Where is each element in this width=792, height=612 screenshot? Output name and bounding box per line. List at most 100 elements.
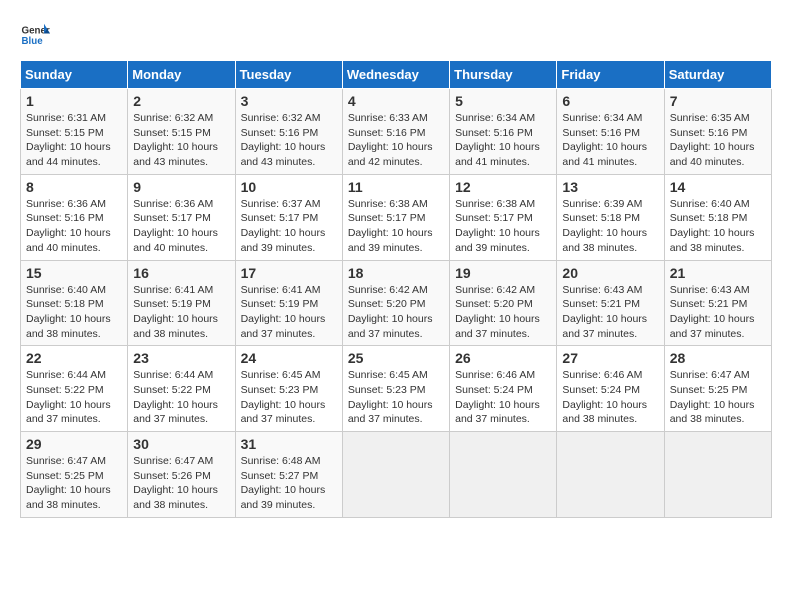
day-info: Sunrise: 6:45 AMSunset: 5:23 PMDaylight:…	[241, 369, 326, 425]
header-row: SundayMondayTuesdayWednesdayThursdayFrid…	[21, 61, 772, 89]
day-number: 15	[26, 265, 122, 281]
logo-icon: General Blue	[20, 20, 50, 50]
col-header-friday: Friday	[557, 61, 664, 89]
day-info: Sunrise: 6:47 AMSunset: 5:26 PMDaylight:…	[133, 455, 218, 511]
day-info: Sunrise: 6:38 AMSunset: 5:17 PMDaylight:…	[348, 198, 433, 254]
week-row-5: 29 Sunrise: 6:47 AMSunset: 5:25 PMDaylig…	[21, 432, 772, 518]
day-info: Sunrise: 6:48 AMSunset: 5:27 PMDaylight:…	[241, 455, 326, 511]
day-number: 11	[348, 179, 444, 195]
day-info: Sunrise: 6:33 AMSunset: 5:16 PMDaylight:…	[348, 112, 433, 168]
day-info: Sunrise: 6:43 AMSunset: 5:21 PMDaylight:…	[670, 284, 755, 340]
svg-text:Blue: Blue	[22, 36, 44, 47]
day-number: 3	[241, 93, 337, 109]
day-number: 26	[455, 350, 551, 366]
day-number: 18	[348, 265, 444, 281]
day-number: 14	[670, 179, 766, 195]
day-cell-6: 6 Sunrise: 6:34 AMSunset: 5:16 PMDayligh…	[557, 89, 664, 175]
day-cell-20: 20 Sunrise: 6:43 AMSunset: 5:21 PMDaylig…	[557, 260, 664, 346]
day-number: 28	[670, 350, 766, 366]
day-info: Sunrise: 6:34 AMSunset: 5:16 PMDaylight:…	[562, 112, 647, 168]
empty-cell	[450, 432, 557, 518]
day-cell-21: 21 Sunrise: 6:43 AMSunset: 5:21 PMDaylig…	[664, 260, 771, 346]
day-info: Sunrise: 6:47 AMSunset: 5:25 PMDaylight:…	[26, 455, 111, 511]
day-cell-2: 2 Sunrise: 6:32 AMSunset: 5:15 PMDayligh…	[128, 89, 235, 175]
day-number: 4	[348, 93, 444, 109]
day-number: 23	[133, 350, 229, 366]
day-info: Sunrise: 6:32 AMSunset: 5:16 PMDaylight:…	[241, 112, 326, 168]
col-header-monday: Monday	[128, 61, 235, 89]
day-cell-17: 17 Sunrise: 6:41 AMSunset: 5:19 PMDaylig…	[235, 260, 342, 346]
day-cell-5: 5 Sunrise: 6:34 AMSunset: 5:16 PMDayligh…	[450, 89, 557, 175]
day-cell-25: 25 Sunrise: 6:45 AMSunset: 5:23 PMDaylig…	[342, 346, 449, 432]
week-row-3: 15 Sunrise: 6:40 AMSunset: 5:18 PMDaylig…	[21, 260, 772, 346]
day-cell-31: 31 Sunrise: 6:48 AMSunset: 5:27 PMDaylig…	[235, 432, 342, 518]
day-cell-15: 15 Sunrise: 6:40 AMSunset: 5:18 PMDaylig…	[21, 260, 128, 346]
day-cell-3: 3 Sunrise: 6:32 AMSunset: 5:16 PMDayligh…	[235, 89, 342, 175]
day-number: 19	[455, 265, 551, 281]
day-cell-29: 29 Sunrise: 6:47 AMSunset: 5:25 PMDaylig…	[21, 432, 128, 518]
day-number: 2	[133, 93, 229, 109]
day-number: 6	[562, 93, 658, 109]
day-cell-10: 10 Sunrise: 6:37 AMSunset: 5:17 PMDaylig…	[235, 174, 342, 260]
col-header-saturday: Saturday	[664, 61, 771, 89]
day-cell-22: 22 Sunrise: 6:44 AMSunset: 5:22 PMDaylig…	[21, 346, 128, 432]
day-cell-12: 12 Sunrise: 6:38 AMSunset: 5:17 PMDaylig…	[450, 174, 557, 260]
day-info: Sunrise: 6:46 AMSunset: 5:24 PMDaylight:…	[562, 369, 647, 425]
day-info: Sunrise: 6:32 AMSunset: 5:15 PMDaylight:…	[133, 112, 218, 168]
day-info: Sunrise: 6:39 AMSunset: 5:18 PMDaylight:…	[562, 198, 647, 254]
day-number: 8	[26, 179, 122, 195]
day-cell-1: 1 Sunrise: 6:31 AMSunset: 5:15 PMDayligh…	[21, 89, 128, 175]
day-number: 27	[562, 350, 658, 366]
day-info: Sunrise: 6:40 AMSunset: 5:18 PMDaylight:…	[26, 284, 111, 340]
day-cell-24: 24 Sunrise: 6:45 AMSunset: 5:23 PMDaylig…	[235, 346, 342, 432]
day-number: 25	[348, 350, 444, 366]
day-info: Sunrise: 6:41 AMSunset: 5:19 PMDaylight:…	[133, 284, 218, 340]
week-row-2: 8 Sunrise: 6:36 AMSunset: 5:16 PMDayligh…	[21, 174, 772, 260]
header: General Blue	[20, 20, 772, 50]
day-cell-23: 23 Sunrise: 6:44 AMSunset: 5:22 PMDaylig…	[128, 346, 235, 432]
logo: General Blue	[20, 20, 54, 50]
week-row-4: 22 Sunrise: 6:44 AMSunset: 5:22 PMDaylig…	[21, 346, 772, 432]
day-info: Sunrise: 6:34 AMSunset: 5:16 PMDaylight:…	[455, 112, 540, 168]
day-info: Sunrise: 6:37 AMSunset: 5:17 PMDaylight:…	[241, 198, 326, 254]
day-info: Sunrise: 6:38 AMSunset: 5:17 PMDaylight:…	[455, 198, 540, 254]
day-number: 5	[455, 93, 551, 109]
day-info: Sunrise: 6:46 AMSunset: 5:24 PMDaylight:…	[455, 369, 540, 425]
day-number: 10	[241, 179, 337, 195]
day-info: Sunrise: 6:43 AMSunset: 5:21 PMDaylight:…	[562, 284, 647, 340]
day-number: 21	[670, 265, 766, 281]
day-cell-28: 28 Sunrise: 6:47 AMSunset: 5:25 PMDaylig…	[664, 346, 771, 432]
day-info: Sunrise: 6:45 AMSunset: 5:23 PMDaylight:…	[348, 369, 433, 425]
day-info: Sunrise: 6:40 AMSunset: 5:18 PMDaylight:…	[670, 198, 755, 254]
day-number: 29	[26, 436, 122, 452]
day-cell-19: 19 Sunrise: 6:42 AMSunset: 5:20 PMDaylig…	[450, 260, 557, 346]
day-number: 22	[26, 350, 122, 366]
empty-cell	[342, 432, 449, 518]
day-number: 13	[562, 179, 658, 195]
day-info: Sunrise: 6:42 AMSunset: 5:20 PMDaylight:…	[455, 284, 540, 340]
day-cell-8: 8 Sunrise: 6:36 AMSunset: 5:16 PMDayligh…	[21, 174, 128, 260]
day-number: 12	[455, 179, 551, 195]
day-cell-26: 26 Sunrise: 6:46 AMSunset: 5:24 PMDaylig…	[450, 346, 557, 432]
day-cell-13: 13 Sunrise: 6:39 AMSunset: 5:18 PMDaylig…	[557, 174, 664, 260]
col-header-sunday: Sunday	[21, 61, 128, 89]
day-info: Sunrise: 6:44 AMSunset: 5:22 PMDaylight:…	[133, 369, 218, 425]
col-header-tuesday: Tuesday	[235, 61, 342, 89]
day-info: Sunrise: 6:47 AMSunset: 5:25 PMDaylight:…	[670, 369, 755, 425]
day-info: Sunrise: 6:41 AMSunset: 5:19 PMDaylight:…	[241, 284, 326, 340]
day-info: Sunrise: 6:35 AMSunset: 5:16 PMDaylight:…	[670, 112, 755, 168]
day-cell-27: 27 Sunrise: 6:46 AMSunset: 5:24 PMDaylig…	[557, 346, 664, 432]
day-cell-16: 16 Sunrise: 6:41 AMSunset: 5:19 PMDaylig…	[128, 260, 235, 346]
day-number: 1	[26, 93, 122, 109]
day-cell-11: 11 Sunrise: 6:38 AMSunset: 5:17 PMDaylig…	[342, 174, 449, 260]
day-info: Sunrise: 6:31 AMSunset: 5:15 PMDaylight:…	[26, 112, 111, 168]
week-row-1: 1 Sunrise: 6:31 AMSunset: 5:15 PMDayligh…	[21, 89, 772, 175]
day-info: Sunrise: 6:36 AMSunset: 5:16 PMDaylight:…	[26, 198, 111, 254]
day-number: 7	[670, 93, 766, 109]
day-number: 16	[133, 265, 229, 281]
empty-cell	[664, 432, 771, 518]
day-info: Sunrise: 6:36 AMSunset: 5:17 PMDaylight:…	[133, 198, 218, 254]
col-header-thursday: Thursday	[450, 61, 557, 89]
day-info: Sunrise: 6:44 AMSunset: 5:22 PMDaylight:…	[26, 369, 111, 425]
empty-cell	[557, 432, 664, 518]
